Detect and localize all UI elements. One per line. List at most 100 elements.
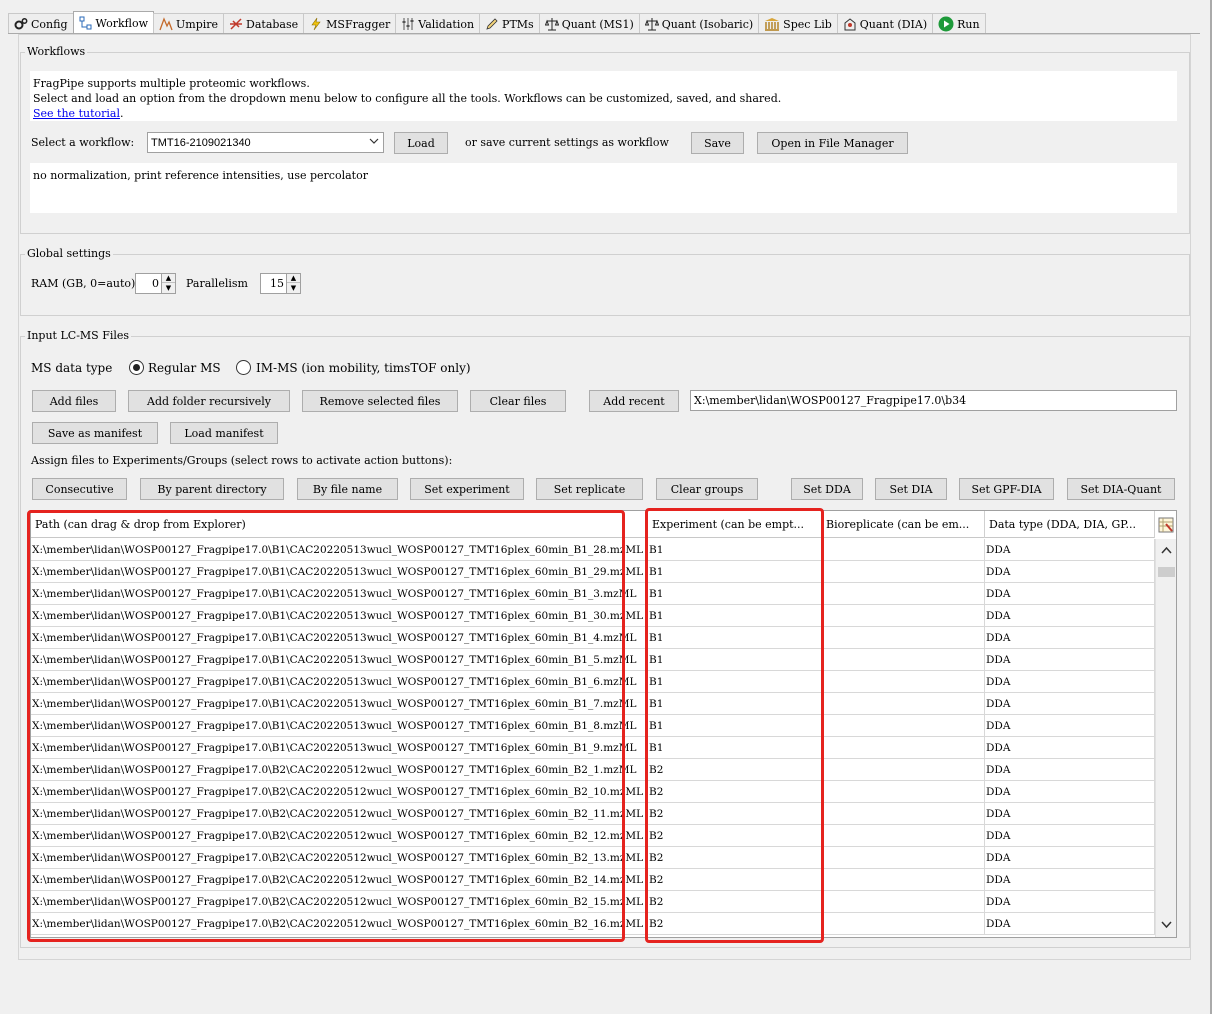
cell-experiment[interactable]: B2 xyxy=(648,913,822,934)
im-ms-radio[interactable] xyxy=(236,360,251,375)
cell-bioreplicate[interactable] xyxy=(822,605,985,626)
tab-quant-isobaric[interactable]: Quant (Isobaric) xyxy=(638,13,760,34)
tab-quant-ms1[interactable]: Quant (MS1) xyxy=(538,13,640,34)
table-row[interactable]: X:\member\lidan\WOSP00127_Fragpipe17.0\B… xyxy=(31,891,1155,913)
spinner-down-icon[interactable]: ▼ xyxy=(287,283,300,292)
cell-experiment[interactable]: B2 xyxy=(648,891,822,912)
add-files-button[interactable]: Add files xyxy=(32,390,116,412)
cell-path[interactable]: X:\member\lidan\WOSP00127_Fragpipe17.0\B… xyxy=(31,847,648,868)
spinner-down-icon[interactable]: ▼ xyxy=(162,283,175,292)
table-row[interactable]: X:\member\lidan\WOSP00127_Fragpipe17.0\B… xyxy=(31,671,1155,693)
load-workflow-button[interactable]: Load xyxy=(394,132,448,154)
add-recent-button[interactable]: Add recent xyxy=(589,390,679,412)
cell-data-type[interactable]: DDA xyxy=(985,803,1155,824)
table-row[interactable]: X:\member\lidan\WOSP00127_Fragpipe17.0\B… xyxy=(31,825,1155,847)
regular-ms-radio[interactable] xyxy=(129,360,144,375)
tab-workflow[interactable]: Workflow xyxy=(72,11,154,34)
recent-path-field[interactable]: X:\member\lidan\WOSP00127_Fragpipe17.0\b… xyxy=(690,390,1177,411)
table-row[interactable]: X:\member\lidan\WOSP00127_Fragpipe17.0\B… xyxy=(31,869,1155,891)
cell-experiment[interactable]: B2 xyxy=(648,781,822,802)
cell-experiment[interactable]: B1 xyxy=(648,737,822,758)
parallelism-spinner[interactable]: 15 ▲ ▼ xyxy=(260,273,301,294)
by-parent-directory-button[interactable]: By parent directory xyxy=(140,478,284,500)
table-row[interactable]: X:\member\lidan\WOSP00127_Fragpipe17.0\B… xyxy=(31,737,1155,759)
cell-bioreplicate[interactable] xyxy=(822,847,985,868)
tab-config[interactable]: Config xyxy=(8,13,74,34)
table-row[interactable]: X:\member\lidan\WOSP00127_Fragpipe17.0\B… xyxy=(31,561,1155,583)
cell-experiment[interactable]: B1 xyxy=(648,605,822,626)
cell-path[interactable]: X:\member\lidan\WOSP00127_Fragpipe17.0\B… xyxy=(31,913,648,934)
table-row[interactable]: X:\member\lidan\WOSP00127_Fragpipe17.0\B… xyxy=(31,781,1155,803)
cell-path[interactable]: X:\member\lidan\WOSP00127_Fragpipe17.0\B… xyxy=(31,693,648,714)
cell-bioreplicate[interactable] xyxy=(822,737,985,758)
save-as-manifest-button[interactable]: Save as manifest xyxy=(32,422,158,444)
cell-data-type[interactable]: DDA xyxy=(985,869,1155,890)
cell-data-type[interactable]: DDA xyxy=(985,539,1155,560)
table-row[interactable]: X:\member\lidan\WOSP00127_Fragpipe17.0\B… xyxy=(31,715,1155,737)
set-experiment-button[interactable]: Set experiment xyxy=(410,478,524,500)
cell-data-type[interactable]: DDA xyxy=(985,605,1155,626)
cell-data-type[interactable]: DDA xyxy=(985,561,1155,582)
table-row[interactable]: X:\member\lidan\WOSP00127_Fragpipe17.0\B… xyxy=(31,583,1155,605)
add-folder-recursively-button[interactable]: Add folder recursively xyxy=(128,390,290,412)
cell-experiment[interactable]: B2 xyxy=(648,825,822,846)
cell-path[interactable]: X:\member\lidan\WOSP00127_Fragpipe17.0\B… xyxy=(31,803,648,824)
set-replicate-button[interactable]: Set replicate xyxy=(536,478,643,500)
cell-bioreplicate[interactable] xyxy=(822,869,985,890)
cell-data-type[interactable]: DDA xyxy=(985,627,1155,648)
cell-bioreplicate[interactable] xyxy=(822,803,985,824)
cell-data-type[interactable]: DDA xyxy=(985,891,1155,912)
table-row[interactable]: X:\member\lidan\WOSP00127_Fragpipe17.0\B… xyxy=(31,913,1155,935)
cell-experiment[interactable]: B1 xyxy=(648,627,822,648)
cell-data-type[interactable]: DDA xyxy=(985,913,1155,934)
cell-path[interactable]: X:\member\lidan\WOSP00127_Fragpipe17.0\B… xyxy=(31,649,648,670)
table-row[interactable]: X:\member\lidan\WOSP00127_Fragpipe17.0\B… xyxy=(31,539,1155,561)
cell-experiment[interactable]: B2 xyxy=(648,759,822,780)
cell-bioreplicate[interactable] xyxy=(822,583,985,604)
remove-selected-files-button[interactable]: Remove selected files xyxy=(302,390,458,412)
spinner-buttons[interactable]: ▲ ▼ xyxy=(286,274,300,293)
clear-files-button[interactable]: Clear files xyxy=(470,390,566,412)
tab-umpire[interactable]: Umpire xyxy=(153,13,225,34)
cell-path[interactable]: X:\member\lidan\WOSP00127_Fragpipe17.0\B… xyxy=(31,583,648,604)
cell-experiment[interactable]: B1 xyxy=(648,539,822,560)
table-row[interactable]: X:\member\lidan\WOSP00127_Fragpipe17.0\B… xyxy=(31,693,1155,715)
set-dia-quant-button[interactable]: Set DIA-Quant xyxy=(1067,478,1175,500)
cell-bioreplicate[interactable] xyxy=(822,913,985,934)
cell-bioreplicate[interactable] xyxy=(822,671,985,692)
cell-bioreplicate[interactable] xyxy=(822,627,985,648)
cell-bioreplicate[interactable] xyxy=(822,759,985,780)
workflow-dropdown[interactable]: TMT16-2109021340 xyxy=(147,132,384,153)
cell-bioreplicate[interactable] xyxy=(822,781,985,802)
tab-run[interactable]: Run xyxy=(932,13,986,34)
cell-data-type[interactable]: DDA xyxy=(985,737,1155,758)
table-row[interactable]: X:\member\lidan\WOSP00127_Fragpipe17.0\B… xyxy=(31,627,1155,649)
table-row[interactable]: X:\member\lidan\WOSP00127_Fragpipe17.0\B… xyxy=(31,649,1155,671)
cell-data-type[interactable]: DDA xyxy=(985,671,1155,692)
spinner-up-icon[interactable]: ▲ xyxy=(162,274,175,283)
cell-data-type[interactable]: DDA xyxy=(985,847,1155,868)
spinner-up-icon[interactable]: ▲ xyxy=(287,274,300,283)
cell-experiment[interactable]: B2 xyxy=(648,847,822,868)
cell-experiment[interactable]: B1 xyxy=(648,649,822,670)
load-manifest-button[interactable]: Load manifest xyxy=(170,422,278,444)
table-row[interactable]: X:\member\lidan\WOSP00127_Fragpipe17.0\B… xyxy=(31,847,1155,869)
column-header-bioreplicate[interactable]: Bioreplicate (can be em... xyxy=(822,511,985,538)
cell-experiment[interactable]: B2 xyxy=(648,869,822,890)
tab-spec-lib[interactable]: Spec Lib xyxy=(758,13,838,34)
cell-experiment[interactable]: B1 xyxy=(648,671,822,692)
cell-path[interactable]: X:\member\lidan\WOSP00127_Fragpipe17.0\B… xyxy=(31,825,648,846)
cell-data-type[interactable]: DDA xyxy=(985,781,1155,802)
cell-data-type[interactable]: DDA xyxy=(985,825,1155,846)
set-dda-button[interactable]: Set DDA xyxy=(791,478,863,500)
cell-path[interactable]: X:\member\lidan\WOSP00127_Fragpipe17.0\B… xyxy=(31,781,648,802)
cell-bioreplicate[interactable] xyxy=(822,825,985,846)
scroll-up-icon[interactable] xyxy=(1161,544,1172,557)
cell-bioreplicate[interactable] xyxy=(822,561,985,582)
cell-path[interactable]: X:\member\lidan\WOSP00127_Fragpipe17.0\B… xyxy=(31,891,648,912)
scroll-thumb[interactable] xyxy=(1158,567,1175,577)
cell-path[interactable]: X:\member\lidan\WOSP00127_Fragpipe17.0\B… xyxy=(31,627,648,648)
cell-bioreplicate[interactable] xyxy=(822,715,985,736)
cell-path[interactable]: X:\member\lidan\WOSP00127_Fragpipe17.0\B… xyxy=(31,671,648,692)
cell-path[interactable]: X:\member\lidan\WOSP00127_Fragpipe17.0\B… xyxy=(31,869,648,890)
